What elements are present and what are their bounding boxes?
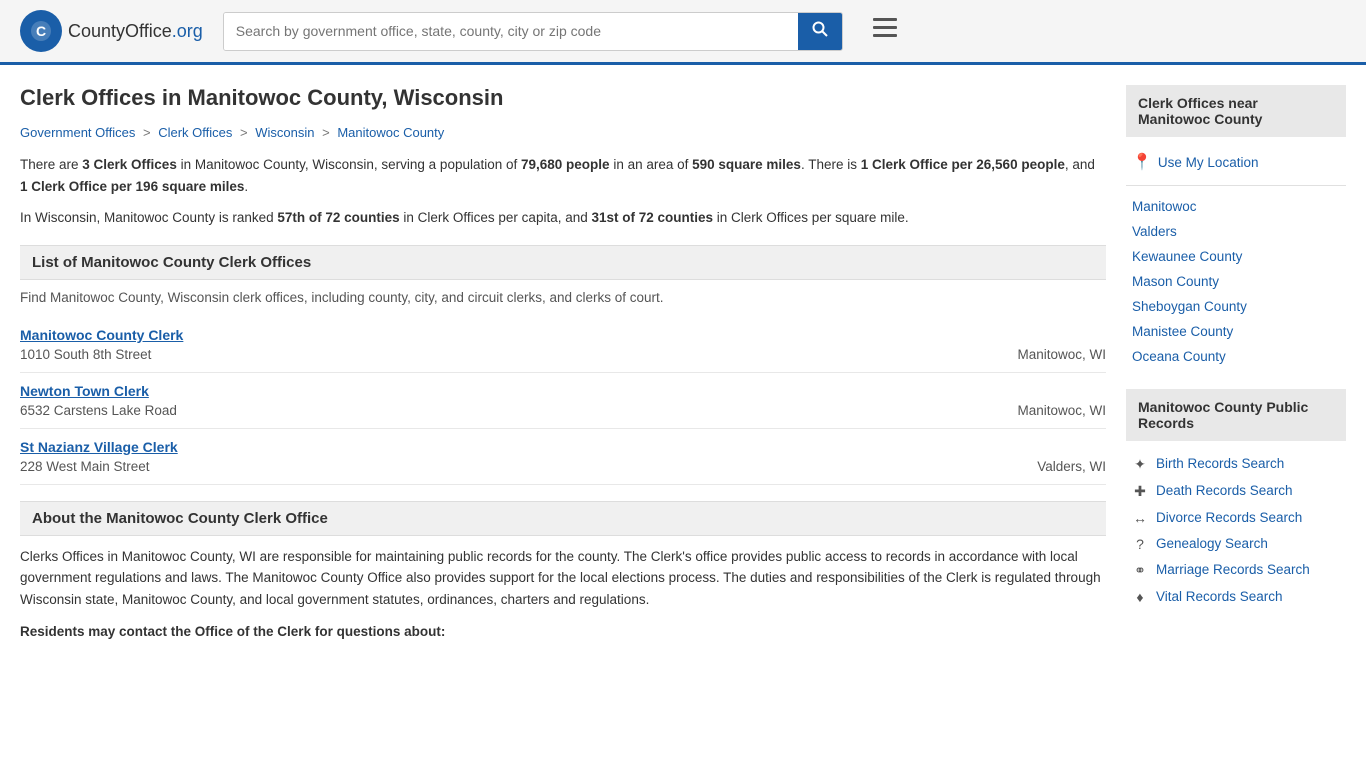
vital-icon: ♦ [1132,589,1148,605]
marriage-icon: ⚭ [1132,562,1148,579]
sidebar-nearby-header: Clerk Offices near Manitowoc County [1126,85,1346,137]
menu-button[interactable] [873,18,897,44]
logo-text: CountyOffice.org [68,21,203,42]
about-section-header: About the Manitowoc County Clerk Office [20,501,1106,536]
clerk-item-left: Newton Town Clerk 6532 Carstens Lake Roa… [20,383,1013,418]
breadcrumb-clerk-offices[interactable]: Clerk Offices [158,125,232,140]
divorce-icon: ↔ [1132,510,1148,526]
clerk-name-stnazianz[interactable]: St Nazianz Village Clerk [20,439,1033,455]
clerk-name-newton[interactable]: Newton Town Clerk [20,383,1013,399]
sidebar-item-mason[interactable]: Mason County [1126,269,1346,294]
list-section-header: List of Manitowoc County Clerk Offices [20,245,1106,280]
sidebar-item-kewaunee[interactable]: Kewaunee County [1126,244,1346,269]
sidebar-item-manistee[interactable]: Manistee County [1126,319,1346,344]
about-section-residents: Residents may contact the Office of the … [20,621,1106,643]
clerk-address: 6532 Carstens Lake Road [20,403,177,418]
search-button[interactable] [798,13,842,50]
clerk-address: 228 West Main Street [20,459,150,474]
sidebar-divorce-records[interactable]: ↔ Divorce Records Search [1126,505,1346,531]
main-layout: Clerk Offices in Manitowoc County, Wisco… [0,65,1366,672]
site-header: C CountyOffice.org [0,0,1366,65]
sidebar-item-manitowoc[interactable]: Manitowoc [1126,194,1346,219]
sidebar-item-sheboygan[interactable]: Sheboygan County [1126,294,1346,319]
page-title: Clerk Offices in Manitowoc County, Wisco… [20,85,1106,111]
sidebar-death-records[interactable]: ✚ Death Records Search [1126,478,1346,505]
sidebar-records-header: Manitowoc County Public Records [1126,389,1346,441]
description-para-1: There are 3 Clerk Offices in Manitowoc C… [20,154,1106,197]
breadcrumb-government-offices[interactable]: Government Offices [20,125,135,140]
about-section-text: Clerks Offices in Manitowoc County, WI a… [20,546,1106,611]
sidebar-divider [1126,185,1346,186]
sidebar-item-valders[interactable]: Valders [1126,219,1346,244]
table-row: Newton Town Clerk 6532 Carstens Lake Roa… [20,373,1106,429]
list-section-desc: Find Manitowoc County, Wisconsin clerk o… [20,290,1106,305]
clerk-item-left: Manitowoc County Clerk 1010 South 8th St… [20,327,1013,362]
content-area: Clerk Offices in Manitowoc County, Wisco… [20,85,1106,652]
logo-icon: C [20,10,62,52]
table-row: St Nazianz Village Clerk 228 West Main S… [20,429,1106,485]
search-area [223,12,843,51]
description-para-2: In Wisconsin, Manitowoc County is ranked… [20,207,1106,229]
location-pin-icon: 📍 [1132,152,1152,172]
search-input[interactable] [224,13,798,50]
sidebar: Clerk Offices near Manitowoc County 📍 Us… [1126,85,1346,652]
clerk-city: Manitowoc, WI [1017,327,1106,362]
sidebar-genealogy[interactable]: ? Genealogy Search [1126,531,1346,557]
birth-icon: ✦ [1132,456,1148,473]
breadcrumb-manitowoc-county[interactable]: Manitowoc County [337,125,444,140]
sidebar-item-oceana[interactable]: Oceana County [1126,344,1346,369]
sidebar-vital-records[interactable]: ♦ Vital Records Search [1126,584,1346,610]
clerk-city: Valders, WI [1037,439,1106,474]
sidebar-marriage-records[interactable]: ⚭ Marriage Records Search [1126,557,1346,584]
clerk-name-manitowoc[interactable]: Manitowoc County Clerk [20,327,1013,343]
svg-text:C: C [36,23,46,39]
clerk-item-left: St Nazianz Village Clerk 228 West Main S… [20,439,1033,474]
breadcrumb: Government Offices > Clerk Offices > Wis… [20,125,1106,140]
use-location-link[interactable]: 📍 Use My Location [1126,147,1346,177]
table-row: Manitowoc County Clerk 1010 South 8th St… [20,317,1106,373]
clerk-list: Manitowoc County Clerk 1010 South 8th St… [20,317,1106,485]
sidebar-birth-records[interactable]: ✦ Birth Records Search [1126,451,1346,478]
clerk-address: 1010 South 8th Street [20,347,151,362]
breadcrumb-wisconsin[interactable]: Wisconsin [255,125,314,140]
genealogy-icon: ? [1132,536,1148,552]
death-icon: ✚ [1132,483,1148,500]
sidebar-records-section: Manitowoc County Public Records ✦ Birth … [1126,389,1346,610]
clerk-city: Manitowoc, WI [1017,383,1106,418]
site-logo[interactable]: C CountyOffice.org [20,10,203,52]
